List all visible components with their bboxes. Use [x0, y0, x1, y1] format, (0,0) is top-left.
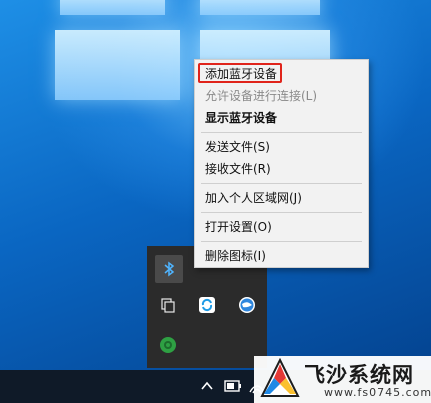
- menu-item-remove-icon[interactable]: 删除图标(I): [205, 246, 266, 266]
- menu-separator: [201, 183, 362, 184]
- menu-item-allow-connection: 允许设备进行连接(L): [205, 89, 318, 103]
- bluetooth-context-menu: 添加蓝牙设备 允许设备进行连接(L) 显示蓝牙设备 发送文件(S) 接收文件(R…: [194, 59, 369, 268]
- menu-item-receive-file[interactable]: 接收文件(R): [205, 159, 271, 179]
- globe-icon[interactable]: [236, 294, 258, 316]
- menu-item-send-file[interactable]: 发送文件(S): [205, 137, 270, 157]
- bluetooth-icon[interactable]: [155, 255, 183, 283]
- chevron-up-icon[interactable]: [199, 378, 215, 394]
- menu-item-add-bluetooth-device[interactable]: 添加蓝牙设备: [205, 64, 277, 84]
- menu-item-join-pan[interactable]: 加入个人区域网(J): [205, 188, 302, 208]
- menu-separator: [201, 241, 362, 242]
- watermark-title: 飞沙系统网: [304, 363, 414, 387]
- menu-separator: [201, 212, 362, 213]
- wallpaper-pane: [55, 30, 180, 100]
- watermark: 飞沙系统网 www.fs0745.com: [254, 356, 431, 403]
- green-app-icon[interactable]: [157, 334, 179, 356]
- sync-icon[interactable]: [196, 294, 218, 316]
- watermark-logo: [260, 358, 300, 397]
- menu-item-open-settings[interactable]: 打开设置(O): [205, 217, 272, 237]
- menu-item-show-bluetooth-devices[interactable]: 显示蓝牙设备: [205, 108, 277, 128]
- wallpaper-pane: [200, 0, 320, 15]
- watermark-url: www.fs0745.com: [324, 386, 431, 399]
- copy-icon[interactable]: [157, 294, 179, 316]
- battery-icon[interactable]: [224, 380, 242, 392]
- menu-separator: [201, 132, 362, 133]
- wallpaper-pane: [60, 0, 165, 15]
